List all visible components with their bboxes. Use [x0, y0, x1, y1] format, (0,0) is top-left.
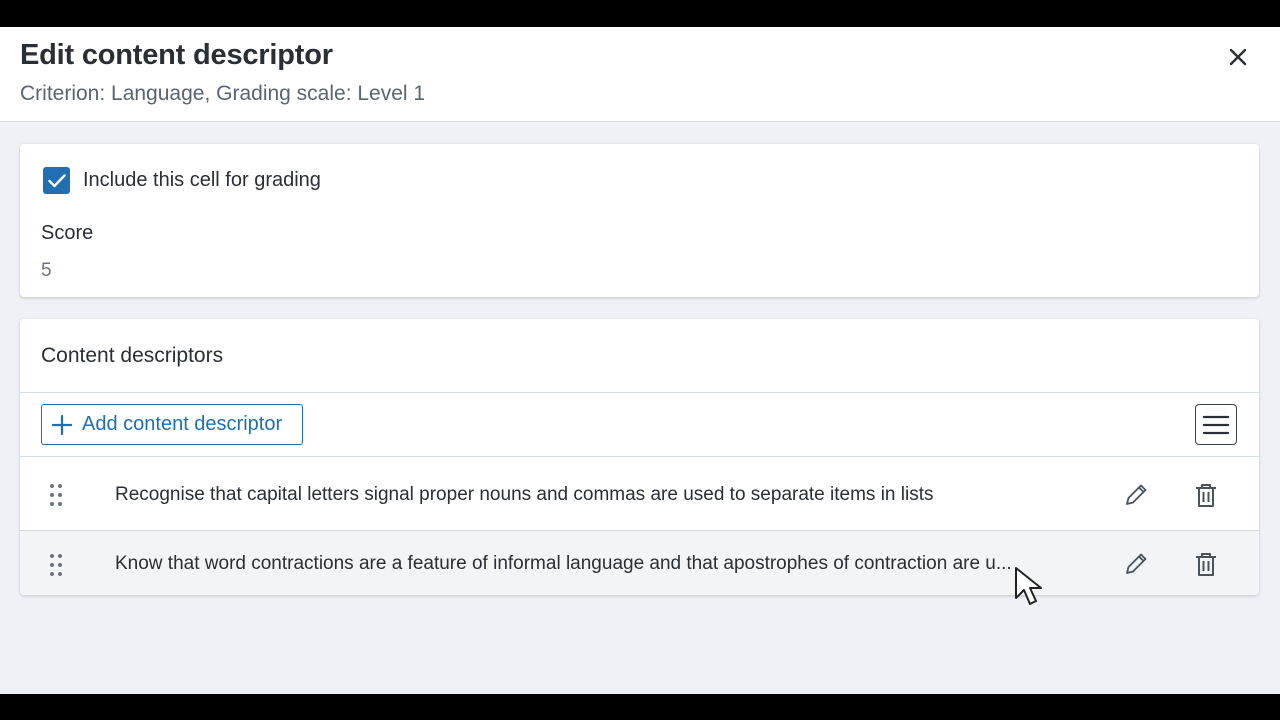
close-button[interactable]: [1222, 41, 1254, 73]
content-descriptors-card: Content descriptors Add content descript…: [20, 319, 1259, 595]
dialog-title: Edit content descriptor: [20, 39, 333, 71]
content-descriptors-title: Content descriptors: [41, 344, 224, 367]
add-content-descriptor-button[interactable]: Add content descriptor: [41, 404, 303, 445]
dialog-subtitle: Criterion: Language, Grading scale: Leve…: [20, 82, 426, 105]
descriptor-text: Know that word contractions are a featur…: [115, 553, 1012, 574]
drag-handle-icon[interactable]: [48, 553, 64, 577]
pencil-icon[interactable]: [1122, 481, 1150, 509]
include-for-grading-checkbox[interactable]: [43, 167, 70, 194]
divider: [20, 392, 1259, 393]
mouse-cursor-icon: [1015, 567, 1042, 605]
include-for-grading-label: Include this cell for grading: [83, 169, 321, 191]
menu-button[interactable]: [1195, 404, 1237, 445]
hamburger-menu-icon: [1203, 415, 1229, 434]
plus-icon: [52, 414, 72, 435]
list-item[interactable]: Recognise that capital letters signal pr…: [20, 457, 1259, 530]
close-icon: [1229, 48, 1247, 66]
drag-handle-icon[interactable]: [48, 483, 64, 507]
score-label: Score: [41, 222, 94, 244]
trash-icon[interactable]: [1192, 481, 1220, 509]
trash-icon[interactable]: [1192, 550, 1220, 578]
list-item[interactable]: Know that word contractions are a featur…: [20, 531, 1259, 595]
score-value: 5: [41, 260, 52, 281]
grading-card: Include this cell for grading Score 5: [20, 144, 1259, 297]
descriptor-text: Recognise that capital letters signal pr…: [115, 484, 934, 505]
add-content-descriptor-label: Add content descriptor: [82, 413, 283, 435]
dialog: Edit content descriptor Criterion: Langu…: [0, 27, 1280, 694]
pencil-icon[interactable]: [1122, 550, 1150, 578]
dialog-header: Edit content descriptor Criterion: Langu…: [0, 27, 1280, 122]
checkmark-icon: [47, 173, 66, 187]
